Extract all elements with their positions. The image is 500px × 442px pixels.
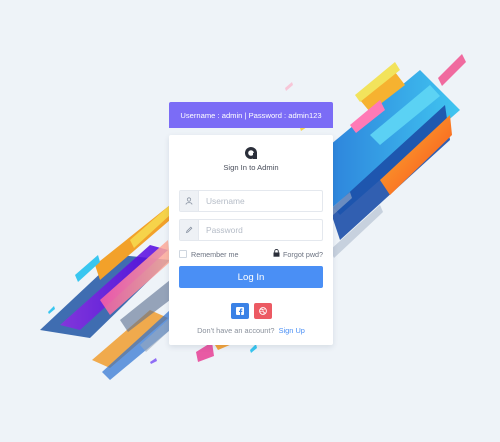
logo-icon (244, 146, 258, 160)
no-account-text: Don't have an account? (197, 326, 275, 335)
login-options-row: Remember me Forgot pwd? (179, 248, 323, 260)
forgot-password-link[interactable]: Forgot pwd? (273, 248, 323, 259)
credentials-hint-banner: Username : admin | Password : admin123 (169, 102, 333, 128)
forgot-password-label: Forgot pwd? (283, 249, 323, 259)
username-input[interactable] (199, 191, 322, 211)
password-input[interactable] (199, 220, 322, 240)
signup-prompt: Don't have an account? Sign Up (169, 326, 333, 335)
login-title: Sign In to Admin (223, 163, 279, 172)
remember-me-label: Remember me (191, 249, 239, 259)
signup-link[interactable]: Sign Up (279, 326, 305, 335)
facebook-icon (235, 302, 244, 320)
dribbble-icon (258, 302, 267, 320)
credentials-hint-text: Username : admin | Password : admin123 (180, 110, 322, 120)
facebook-login-button[interactable] (230, 302, 249, 320)
social-login-buttons (169, 303, 333, 319)
login-button[interactable]: Log In (179, 266, 323, 288)
remember-me-checkbox[interactable]: Remember me (179, 250, 239, 259)
user-icon (180, 191, 199, 211)
checkbox-box[interactable] (179, 250, 187, 258)
password-field-group (179, 219, 323, 241)
pencil-icon (180, 220, 199, 240)
lock-icon (273, 248, 280, 259)
username-field-group (179, 190, 323, 212)
login-card: Sign In to Admin Remember me (169, 135, 333, 345)
dribbble-login-button[interactable] (253, 302, 272, 320)
